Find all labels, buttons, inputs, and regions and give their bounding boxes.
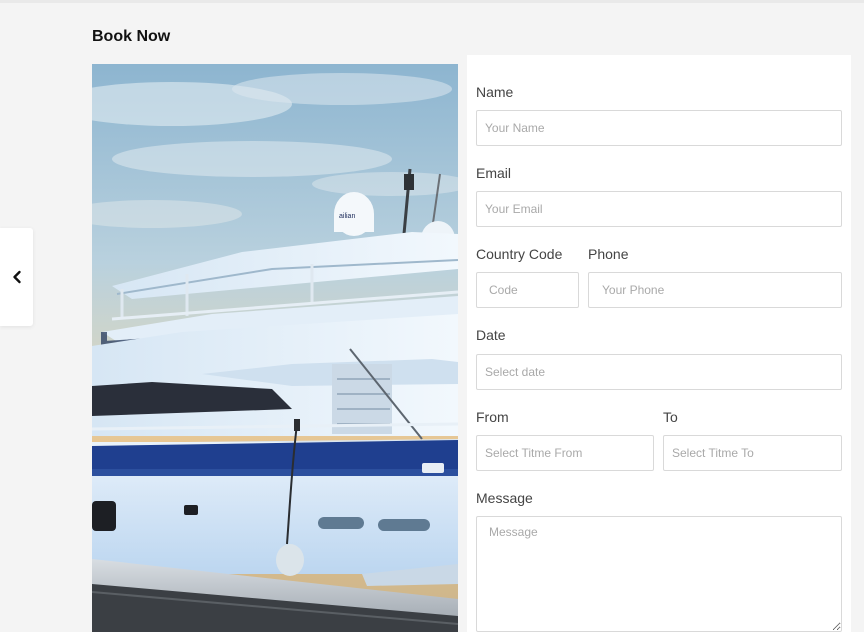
country-code-input[interactable] bbox=[476, 272, 579, 308]
time-from-input[interactable] bbox=[476, 435, 654, 471]
date-label: Date bbox=[476, 327, 506, 343]
phone-input[interactable] bbox=[588, 272, 842, 308]
dome-brand-text: ailian bbox=[339, 213, 355, 220]
page-title: Book Now bbox=[92, 28, 171, 45]
booking-form: Name Email Country Code Phone Date From … bbox=[467, 55, 851, 632]
email-label: Email bbox=[476, 165, 512, 181]
yacht-photo: ailian bbox=[92, 64, 458, 632]
to-label: To bbox=[663, 409, 678, 425]
name-label: Name bbox=[476, 84, 514, 100]
message-textarea[interactable] bbox=[476, 516, 842, 632]
email-input[interactable] bbox=[476, 191, 842, 227]
date-input[interactable] bbox=[476, 354, 842, 390]
name-input[interactable] bbox=[476, 110, 842, 146]
from-label: From bbox=[476, 409, 509, 425]
time-to-input[interactable] bbox=[663, 435, 842, 471]
country-code-label: Country Code bbox=[476, 246, 563, 262]
chevron-left-icon bbox=[12, 270, 21, 284]
message-label: Message bbox=[476, 490, 533, 506]
top-strip bbox=[0, 0, 864, 3]
back-button[interactable] bbox=[0, 228, 33, 326]
phone-label: Phone bbox=[588, 246, 629, 262]
